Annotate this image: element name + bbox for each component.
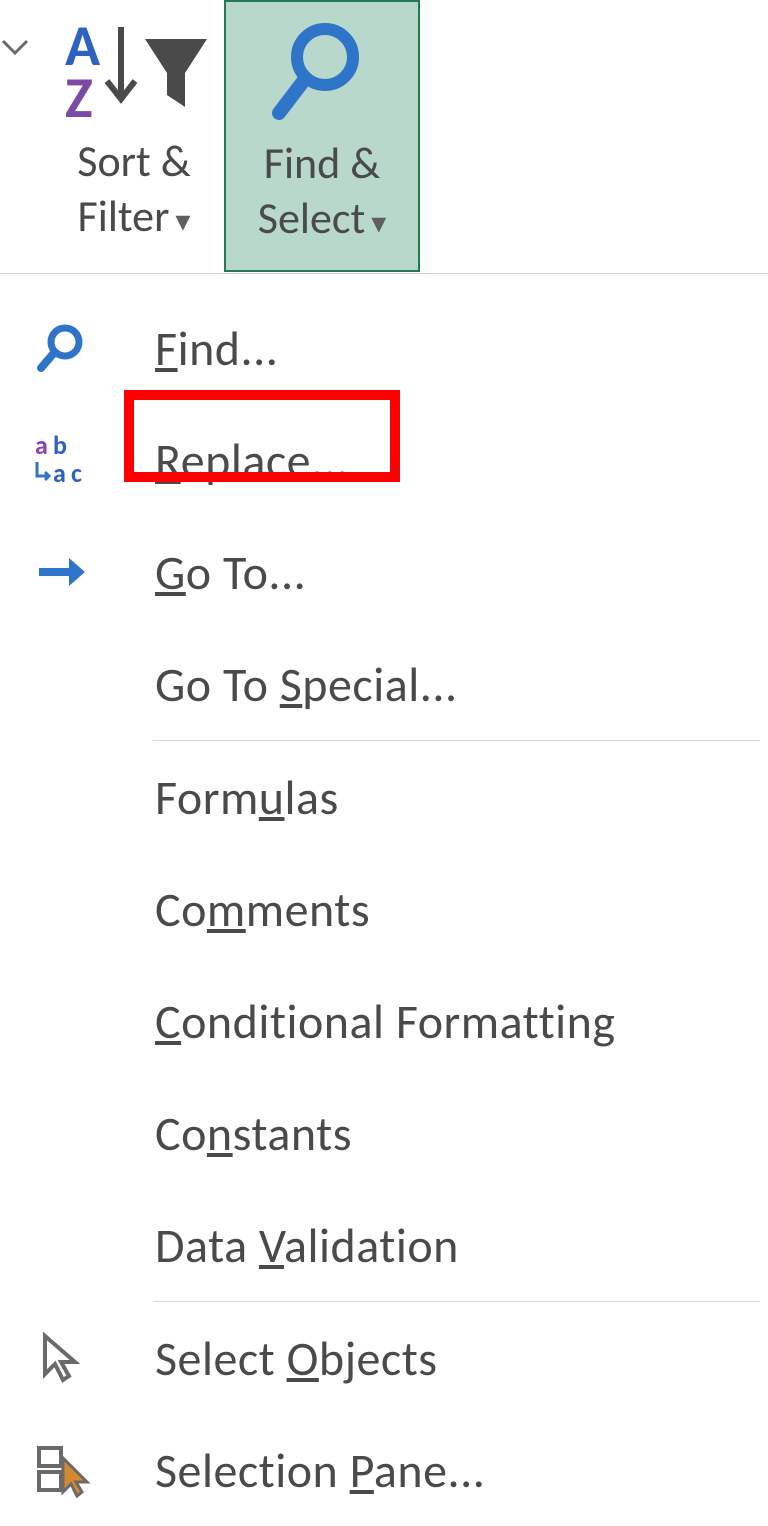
- svg-text:a: a: [35, 432, 48, 461]
- svg-text:Z: Z: [65, 62, 93, 125]
- find-select-label-1: Find &: [264, 136, 381, 190]
- menu-item-conditional-formatting[interactable]: Conditional Formatting: [0, 965, 768, 1077]
- find-select-button[interactable]: Find & Select▾: [224, 0, 420, 272]
- svg-text:c: c: [71, 457, 82, 488]
- arrow-right-icon: [35, 552, 91, 592]
- menu-label-replace: Replace...: [155, 431, 349, 490]
- search-icon: [35, 320, 91, 376]
- menu-item-formulas[interactable]: Formulas: [0, 741, 768, 853]
- find-select-menu: Find... a b a c Replace... Go: [0, 274, 768, 1526]
- menu-label-selection-pane: Selection Pane...: [155, 1441, 485, 1500]
- menu-item-goto-special[interactable]: Go To Special...: [0, 628, 768, 740]
- chevron-down-icon: [0, 37, 30, 57]
- menu-item-constants[interactable]: Constants: [0, 1077, 768, 1189]
- menu-item-selection-pane[interactable]: Selection Pane...: [0, 1414, 768, 1526]
- menu-label-comments: Comments: [155, 880, 370, 939]
- sort-filter-icon: A Z: [59, 15, 209, 125]
- ribbon-dropdown-indicator[interactable]: [0, 0, 44, 69]
- magnifier-icon: [267, 17, 377, 127]
- selection-pane-icon: [35, 1442, 97, 1498]
- menu-label-constants: Constants: [155, 1104, 352, 1163]
- sort-filter-label-1: Sort &: [77, 134, 190, 188]
- menu-item-comments[interactable]: Comments: [0, 853, 768, 965]
- menu-item-goto[interactable]: Go To...: [0, 516, 768, 628]
- menu-item-select-objects[interactable]: Select Objects: [0, 1302, 768, 1414]
- menu-item-data-validation[interactable]: Data Validation: [0, 1189, 768, 1301]
- sort-filter-button[interactable]: A Z Sort & Filter▾: [44, 0, 224, 272]
- cursor-icon: [35, 1330, 91, 1386]
- menu-label-conditional: Conditional Formatting: [155, 992, 615, 1051]
- menu-label-find: Find...: [155, 319, 278, 378]
- menu-label-select-objects: Select Objects: [155, 1329, 438, 1388]
- menu-label-formulas: Formulas: [155, 768, 339, 827]
- menu-label-goto-special: Go To Special...: [155, 655, 458, 714]
- sort-filter-label-2: Filter: [78, 189, 170, 243]
- menu-item-replace[interactable]: a b a c Replace...: [0, 404, 768, 516]
- replace-icon: a b a c: [35, 432, 95, 488]
- menu-item-find[interactable]: Find...: [0, 292, 768, 404]
- ribbon-section: A Z Sort & Filter▾ Find & Select▾: [0, 0, 768, 274]
- menu-label-data-validation: Data Validation: [155, 1216, 459, 1275]
- find-select-label-2: Select: [258, 191, 365, 245]
- menu-label-goto: Go To...: [155, 543, 306, 602]
- svg-text:a: a: [53, 457, 66, 488]
- chevron-down-icon: ▾: [175, 203, 190, 240]
- chevron-down-icon: ▾: [371, 205, 386, 242]
